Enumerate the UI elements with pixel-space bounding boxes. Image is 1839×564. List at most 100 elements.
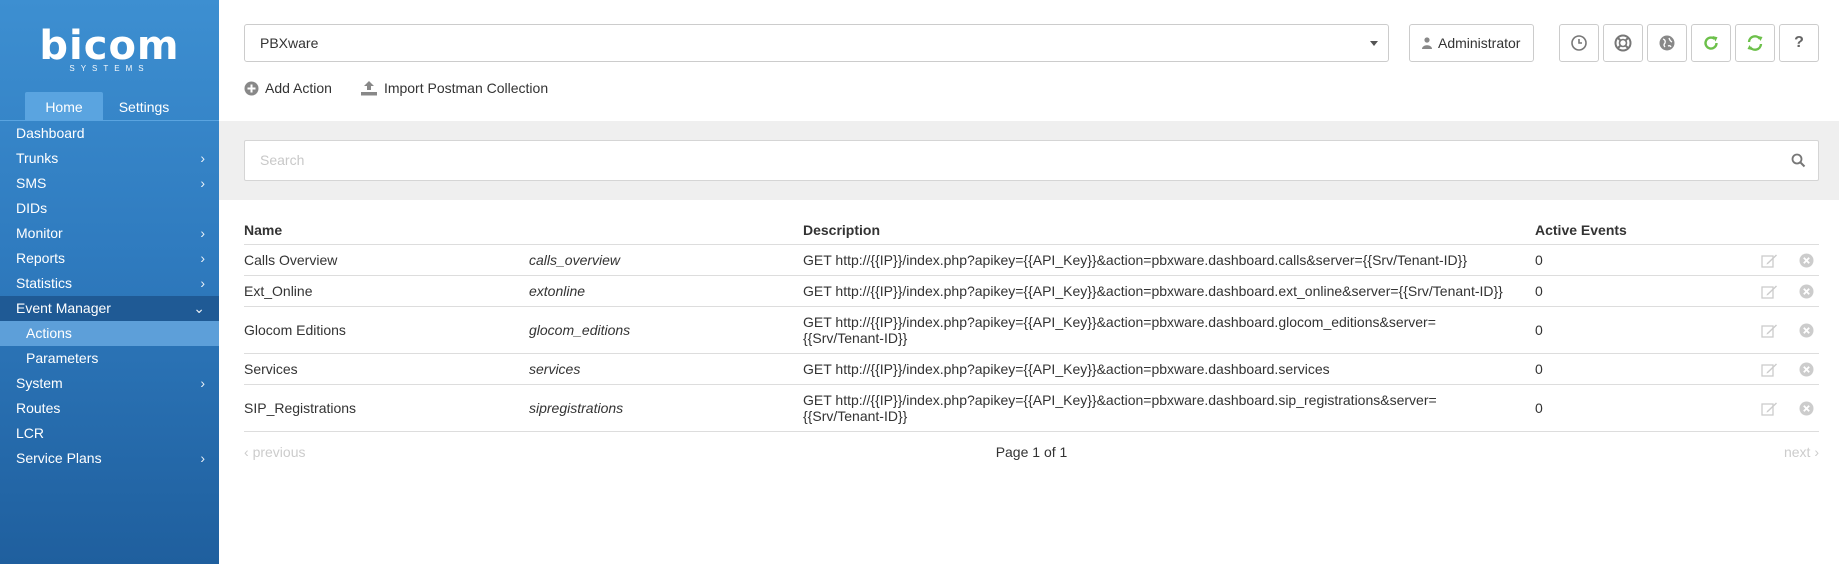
search-icon[interactable] [1791, 153, 1806, 168]
next-page-button[interactable]: next › [1784, 444, 1819, 460]
server-select[interactable]: PBXware [244, 24, 1389, 62]
chevron-right-icon: › [200, 225, 205, 241]
help-icon: ? [1794, 34, 1804, 51]
sidebar-item-label: Service Plans [16, 450, 102, 466]
sync-button[interactable] [1735, 24, 1775, 62]
tab-home[interactable]: Home [25, 92, 103, 120]
chevron-right-icon: › [200, 375, 205, 391]
table-row[interactable]: Ext_Online extonline GET http://{{IP}}/i… [244, 276, 1819, 307]
sidebar-item-dids[interactable]: DIDs [0, 196, 219, 221]
sidebar-item-sms[interactable]: SMS › [0, 171, 219, 196]
edit-icon[interactable] [1760, 401, 1778, 416]
chevron-down-icon: ⌄ [193, 300, 205, 316]
table-row[interactable]: Services services GET http://{{IP}}/inde… [244, 354, 1819, 385]
sidebar-item-label: System [16, 375, 63, 391]
sidebar-item-statistics[interactable]: Statistics › [0, 271, 219, 296]
help-button[interactable]: ? [1779, 24, 1819, 62]
action-name: Ext_Online [244, 283, 313, 299]
action-toolbar: Add Action Import Postman Collection [244, 80, 576, 96]
history-button[interactable] [1559, 24, 1599, 62]
table-row[interactable]: SIP_Registrations sipregistrations GET h… [244, 385, 1819, 432]
chevron-right-icon: › [200, 175, 205, 191]
server-select-value: PBXware [260, 35, 319, 51]
sidebar-item-actions[interactable]: Actions [0, 321, 219, 346]
delete-icon[interactable] [1799, 284, 1814, 299]
action-name: SIP_Registrations [244, 400, 357, 416]
sidebar-item-label: Routes [16, 400, 61, 416]
sidebar-item-service-plans[interactable]: Service Plans › [0, 446, 219, 471]
user-name: Administrator [1438, 35, 1521, 51]
search-placeholder: Search [260, 152, 305, 168]
action-name: Calls Overview [244, 252, 338, 268]
sidebar-item-label: Dashboard [16, 125, 85, 141]
pagination: ‹ previous Page 1 of 1 next › [244, 432, 1819, 468]
lifebuoy-icon [1614, 34, 1632, 52]
sidebar-item-dashboard[interactable]: Dashboard [0, 121, 219, 146]
action-id: sipregistrations [529, 400, 624, 416]
sidebar-item-label: SMS [16, 175, 47, 191]
tab-settings[interactable]: Settings [103, 92, 185, 120]
sidebar-item-lcr[interactable]: LCR [0, 421, 219, 446]
import-postman-button[interactable]: Import Postman Collection [360, 80, 548, 96]
sidebar-menu: Dashboard Trunks › SMS › DIDs Monitor › Rep… [0, 120, 219, 471]
delete-icon[interactable] [1799, 362, 1814, 377]
edit-icon[interactable] [1760, 253, 1778, 268]
top-bar: PBXware Administrator ? Add Action Impor… [219, 0, 1839, 121]
sidebar-item-routes[interactable]: Routes [0, 396, 219, 421]
action-name: Glocom Editions [244, 322, 346, 338]
add-action-button[interactable]: Add Action [244, 80, 332, 96]
sidebar-item-trunks[interactable]: Trunks › [0, 146, 219, 171]
sidebar-item-event-manager[interactable]: Event Manager ⌄ [0, 296, 219, 321]
active-events: 0 [1535, 361, 1543, 377]
search-input[interactable]: Search [244, 140, 1819, 181]
table-header: Name Description Active Events [244, 215, 1819, 245]
action-description: GET http://{{IP}}/index.php?apikey={{API… [803, 283, 1503, 299]
table-row[interactable]: Glocom Editions glocom_editions GET http… [244, 307, 1819, 354]
active-events: 0 [1535, 400, 1543, 416]
sidebar-item-label: Trunks [16, 150, 59, 166]
col-header-active-events[interactable]: Active Events [1535, 222, 1745, 238]
sidebar-item-reports[interactable]: Reports › [0, 246, 219, 271]
table-row[interactable]: Calls Overview calls_overview GET http:/… [244, 245, 1819, 276]
col-header-description[interactable]: Description [803, 222, 1535, 238]
support-button[interactable] [1603, 24, 1643, 62]
chevron-right-icon: › [200, 275, 205, 291]
active-events: 0 [1535, 322, 1543, 338]
page-indicator: Page 1 of 1 [995, 444, 1068, 460]
action-name: Services [244, 361, 298, 377]
language-button[interactable] [1647, 24, 1687, 62]
action-id: calls_overview [529, 252, 621, 268]
action-id: glocom_editions [529, 322, 631, 338]
sidebar: bicom SYSTEMS Home Settings Dashboard Tr… [0, 0, 219, 564]
action-description: GET http://{{IP}}/index.php?apikey={{API… [803, 252, 1468, 268]
globe-icon [1659, 35, 1675, 51]
sidebar-item-label: Statistics [16, 275, 73, 291]
sidebar-item-label: DIDs [16, 200, 48, 216]
sidebar-item-label: Parameters [26, 350, 99, 366]
sidebar-item-system[interactable]: System › [0, 371, 219, 396]
edit-icon[interactable] [1760, 362, 1778, 377]
col-header-name[interactable]: Name [244, 222, 529, 238]
add-circle-icon [244, 81, 259, 95]
active-events: 0 [1535, 252, 1543, 268]
sidebar-item-label: LCR [16, 425, 45, 441]
chevron-right-icon: › [1810, 444, 1819, 460]
edit-icon[interactable] [1760, 323, 1778, 338]
sidebar-tabs: Home Settings [0, 92, 219, 120]
sidebar-item-monitor[interactable]: Monitor › [0, 221, 219, 246]
edit-icon[interactable] [1760, 284, 1778, 299]
user-menu-button[interactable]: Administrator [1409, 24, 1534, 62]
delete-icon[interactable] [1799, 323, 1814, 338]
sidebar-item-parameters[interactable]: Parameters [0, 346, 219, 371]
brand-logo[interactable]: bicom SYSTEMS [0, 0, 219, 92]
logo-text: bicom [39, 22, 180, 69]
import-postman-label: Import Postman Collection [383, 80, 549, 96]
refresh-icon [1704, 36, 1718, 50]
action-id: services [529, 361, 581, 377]
delete-icon[interactable] [1799, 253, 1814, 268]
active-events: 0 [1535, 283, 1543, 299]
refresh-button[interactable] [1691, 24, 1731, 62]
action-description: GET http://{{IP}}/index.php?apikey={{API… [803, 392, 1437, 424]
delete-icon[interactable] [1799, 401, 1814, 416]
sidebar-item-label: Reports [16, 250, 66, 266]
